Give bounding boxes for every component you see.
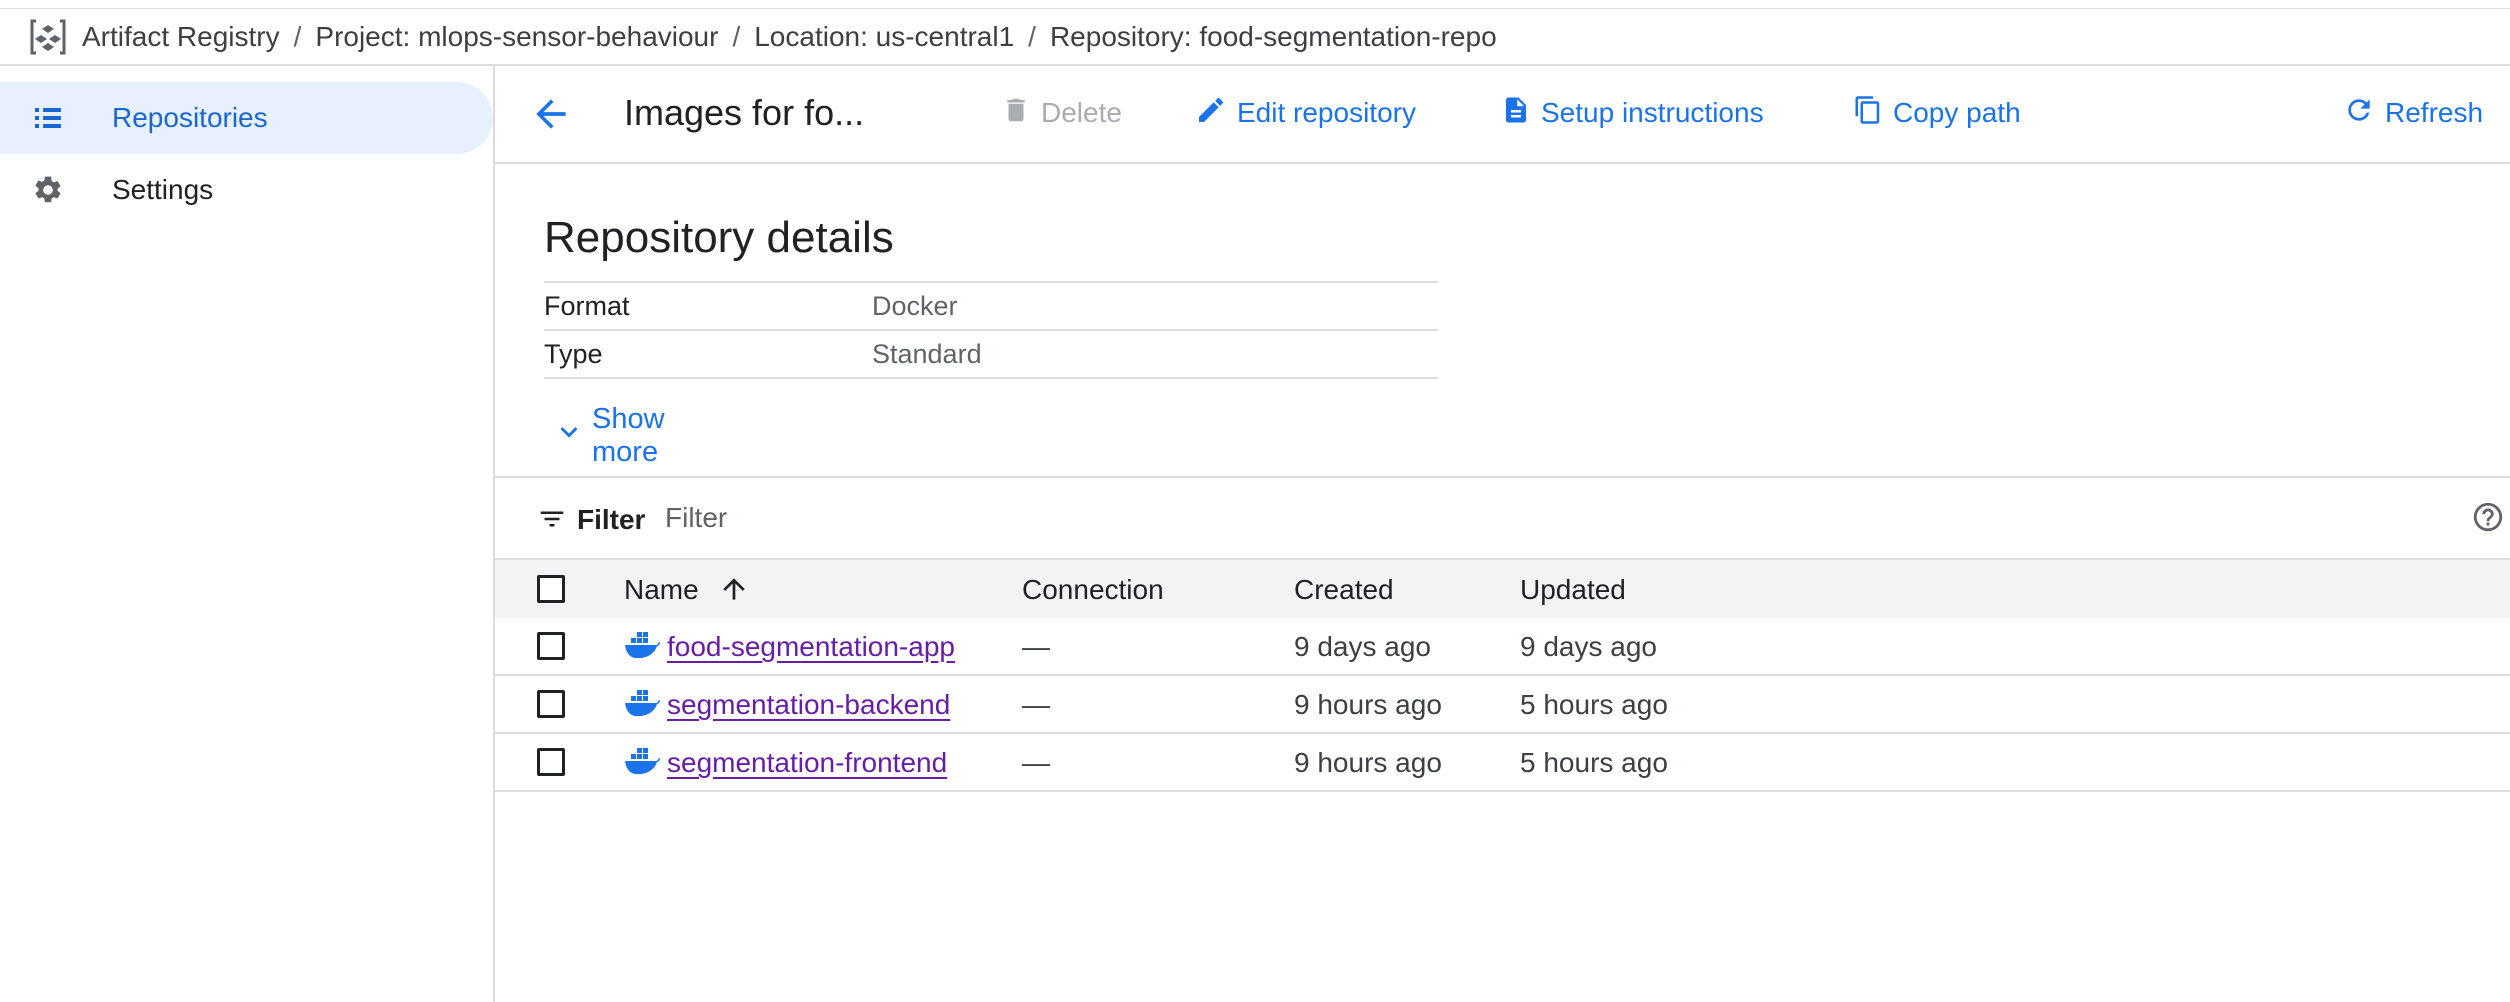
filter-label: Filter	[577, 504, 646, 535]
breadcrumb-separator: /	[293, 21, 302, 52]
image-name-link[interactable]: food-segmentation-app	[667, 631, 955, 663]
breadcrumb-repository[interactable]: Repository: food-segmentation-repo	[1050, 21, 1497, 53]
gear-icon	[30, 172, 66, 208]
filter-bar: Filter	[495, 476, 2510, 560]
edit-repository-label: Edit repository	[1237, 97, 1416, 128]
updated-cell: 9 days ago	[1520, 631, 1657, 662]
chevron-down-icon	[552, 415, 586, 457]
updated-cell: 5 hours ago	[1520, 747, 1668, 778]
table-row: segmentation-backend — 9 hours ago 5 hou…	[495, 676, 2510, 734]
setup-instructions-label: Setup instructions	[1541, 97, 1764, 128]
sidebar-item-label: Settings	[112, 174, 214, 205]
artifact-registry-logo-icon	[24, 13, 72, 61]
detail-row-format: Format Docker	[544, 281, 1438, 329]
created-cell: 9 days ago	[1294, 631, 1431, 662]
delete-button[interactable]: Delete	[1001, 88, 1122, 138]
docker-icon	[623, 744, 661, 780]
row-checkbox[interactable]	[537, 690, 565, 718]
row-checkbox[interactable]	[537, 748, 565, 776]
breadcrumb-project[interactable]: Project: mlops-sensor-behaviour	[315, 21, 718, 53]
show-more-label: Show more	[592, 403, 665, 468]
pencil-icon	[1195, 94, 1237, 133]
detail-key: Format	[544, 290, 630, 321]
docker-icon	[623, 686, 661, 722]
sidebar-item-label: Repositories	[112, 102, 268, 133]
table-header: Name Connection Created Updated	[495, 558, 2510, 620]
image-name-link[interactable]: segmentation-backend	[667, 689, 950, 721]
refresh-icon	[2343, 94, 2385, 133]
column-header-name[interactable]: Name	[624, 574, 745, 606]
column-header-created[interactable]: Created	[1294, 574, 1394, 606]
trash-icon	[1001, 93, 1041, 134]
column-name-label: Name	[624, 574, 699, 605]
breadcrumb-separator: /	[732, 21, 741, 52]
edit-repository-button[interactable]: Edit repository	[1195, 88, 1416, 138]
list-icon	[30, 100, 66, 136]
document-icon	[1501, 93, 1541, 134]
sidebar: Repositories Settings	[0, 66, 495, 1002]
table-row: segmentation-frontend — 9 hours ago 5 ho…	[495, 734, 2510, 792]
copy-icon	[1853, 93, 1893, 134]
back-arrow-icon[interactable]	[529, 92, 573, 136]
detail-value: Standard	[872, 338, 982, 369]
select-all-checkbox[interactable]	[537, 575, 565, 603]
copy-path-label: Copy path	[1893, 97, 2021, 128]
filter-input[interactable]	[663, 494, 1867, 542]
show-more-button[interactable]: Show more	[552, 403, 665, 469]
refresh-button[interactable]: Refresh	[2343, 88, 2483, 138]
delete-label: Delete	[1041, 97, 1122, 128]
sort-ascending-arrow-icon[interactable]	[718, 572, 750, 613]
breadcrumb: Artifact Registry / Project: mlops-senso…	[0, 10, 2510, 66]
page-title: Images for fo...	[624, 92, 865, 133]
updated-cell: 5 hours ago	[1520, 689, 1668, 720]
created-cell: 9 hours ago	[1294, 747, 1442, 778]
table-row: food-segmentation-app — 9 days ago 9 day…	[495, 618, 2510, 676]
breadcrumb-separator: /	[1028, 21, 1036, 52]
sidebar-item-repositories[interactable]: Repositories	[0, 82, 493, 154]
connection-cell: —	[1022, 747, 1050, 778]
help-icon[interactable]	[2471, 500, 2505, 539]
setup-instructions-button[interactable]: Setup instructions	[1501, 88, 1764, 138]
connection-cell: —	[1022, 631, 1050, 662]
created-cell: 9 hours ago	[1294, 689, 1442, 720]
breadcrumb-app[interactable]: Artifact Registry	[82, 21, 280, 53]
column-header-updated[interactable]: Updated	[1520, 574, 1626, 606]
detail-row-type: Type Standard	[544, 329, 1438, 379]
row-checkbox[interactable]	[537, 632, 565, 660]
image-name-link[interactable]: segmentation-frontend	[667, 747, 947, 779]
connection-cell: —	[1022, 689, 1050, 720]
docker-icon	[623, 628, 661, 664]
top-edge	[0, 0, 2510, 9]
refresh-label: Refresh	[2385, 97, 2484, 128]
detail-value: Docker	[872, 290, 958, 321]
filter-icon	[537, 504, 567, 539]
sidebar-item-settings[interactable]: Settings	[0, 154, 493, 226]
breadcrumb-location[interactable]: Location: us-central1	[754, 21, 1014, 53]
details-heading: Repository details	[544, 213, 894, 262]
detail-key: Type	[544, 338, 603, 369]
page-toolbar: Images for fo... Delete Edit repository …	[495, 66, 2510, 164]
column-header-connection[interactable]: Connection	[1022, 574, 1164, 606]
copy-path-button[interactable]: Copy path	[1853, 88, 2021, 138]
